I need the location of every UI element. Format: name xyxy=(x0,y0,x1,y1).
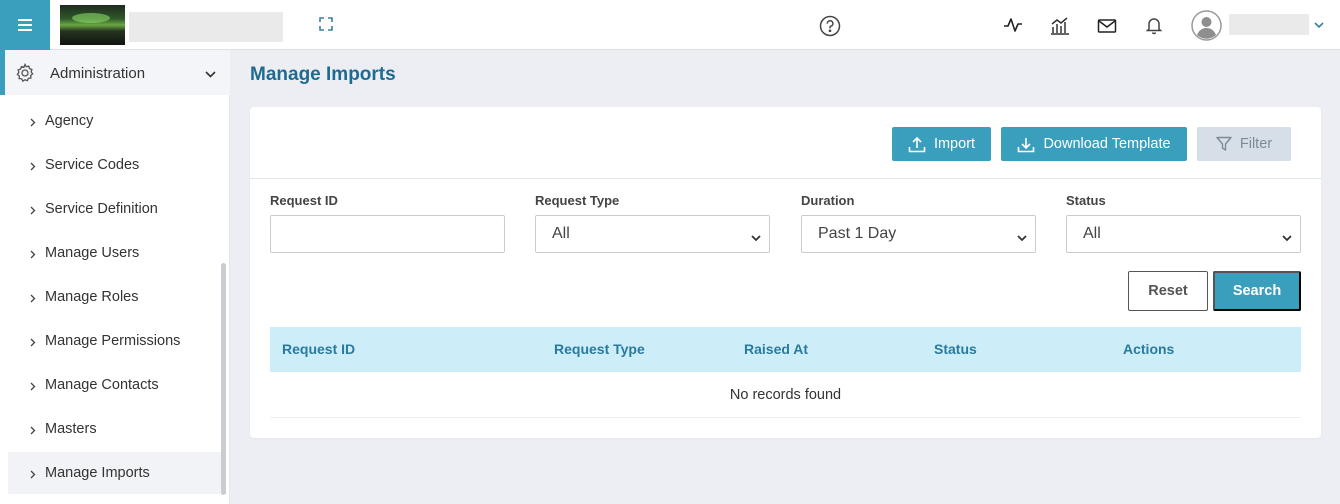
table-header: Request ID Request Type Raised At Status… xyxy=(270,327,1301,372)
sidebar-item-label: Service Definition xyxy=(45,201,158,217)
duration-value: Past 1 Day xyxy=(818,225,897,242)
menu-icon xyxy=(18,19,32,31)
fullscreen-icon[interactable] xyxy=(316,14,336,34)
chevron-right-icon xyxy=(30,466,36,484)
chevron-right-icon xyxy=(30,114,36,132)
sidebar-item-label: Masters xyxy=(45,421,97,437)
sidebar-section-administration[interactable]: Administration xyxy=(0,50,230,95)
filter-icon xyxy=(1216,136,1232,152)
import-button-label: Import xyxy=(933,136,976,152)
sidebar-item-label: Manage Contacts xyxy=(45,377,159,393)
sidebar-item-label: Manage Permissions xyxy=(45,333,181,349)
column-header-request-id[interactable]: Request ID xyxy=(282,341,355,357)
divider xyxy=(250,178,1321,179)
sidebar-item-label: Manage Roles xyxy=(45,289,139,305)
chevron-down-icon xyxy=(1017,229,1027,247)
page-title: Manage Imports xyxy=(250,64,396,85)
mail-icon[interactable] xyxy=(1096,15,1118,37)
duration-select[interactable]: Past 1 Day xyxy=(801,215,1036,253)
sidebar-item-manage-contacts[interactable]: Manage Contacts xyxy=(8,364,222,406)
column-header-actions: Actions xyxy=(1123,341,1175,357)
reset-button[interactable]: Reset xyxy=(1128,271,1208,311)
help-icon[interactable] xyxy=(819,15,841,37)
filter-button[interactable]: Filter xyxy=(1197,127,1291,161)
chevron-down-icon xyxy=(1282,229,1292,247)
sidebar-item-label: Service Codes xyxy=(45,157,140,173)
sidebar-item-manage-imports[interactable]: Manage Imports xyxy=(8,452,222,494)
chevron-down-icon xyxy=(205,65,216,83)
sidebar-item-service-codes[interactable]: Service Codes xyxy=(8,144,222,186)
sidebar-item-manage-permissions[interactable]: Manage Permissions xyxy=(8,320,222,362)
request-type-select[interactable]: All xyxy=(535,215,770,253)
chevron-right-icon xyxy=(30,290,36,308)
gear-icon xyxy=(15,63,35,88)
sidebar-item-label: Agency xyxy=(45,113,94,129)
download-template-button[interactable]: Download Template xyxy=(1001,127,1187,161)
chevron-right-icon xyxy=(30,422,36,440)
sidebar-scrollbar[interactable] xyxy=(221,263,226,495)
sidebar-item-label: Manage Imports xyxy=(45,465,150,481)
sidebar-item-manage-users[interactable]: Manage Users xyxy=(8,232,222,274)
chevron-down-icon xyxy=(751,229,761,247)
sidebar-item-agency[interactable]: Agency xyxy=(8,100,222,142)
menu-button[interactable] xyxy=(0,0,50,50)
chevron-right-icon xyxy=(30,158,36,176)
sidebar-item-masters[interactable]: Masters xyxy=(8,408,222,450)
filter-button-label: Filter xyxy=(1239,136,1273,152)
column-header-request-type[interactable]: Request Type xyxy=(554,341,645,357)
chevron-down-icon[interactable] xyxy=(1313,19,1325,31)
sidebar-item-manage-roles[interactable]: Manage Roles xyxy=(8,276,222,318)
user-name xyxy=(1229,14,1309,35)
column-header-status[interactable]: Status xyxy=(934,341,977,357)
status-value: All xyxy=(1083,225,1101,242)
chevron-right-icon xyxy=(30,202,36,220)
sidebar-item-service-definition[interactable]: Service Definition xyxy=(8,188,222,230)
analytics-icon[interactable] xyxy=(1049,14,1071,36)
upload-icon xyxy=(908,136,926,153)
request-type-value: All xyxy=(552,225,570,242)
request-type-label: Request Type xyxy=(535,193,620,208)
sidebar-item-label: Manage Users xyxy=(45,245,140,261)
status-select[interactable]: All xyxy=(1066,215,1301,253)
chevron-right-icon xyxy=(30,246,36,264)
sidebar: Administration Agency Service Codes Serv… xyxy=(0,50,230,504)
status-label: Status xyxy=(1066,193,1106,208)
imports-card: Import Download Template Filter Request … xyxy=(250,107,1321,438)
chevron-right-icon xyxy=(30,334,36,352)
logo-image xyxy=(60,5,125,45)
search-button[interactable]: Search xyxy=(1213,271,1301,311)
duration-label: Duration xyxy=(801,193,855,208)
bell-icon[interactable] xyxy=(1143,14,1165,36)
top-bar xyxy=(0,0,1340,50)
activity-icon[interactable] xyxy=(1002,14,1024,36)
empty-table-message: No records found xyxy=(270,372,1301,418)
column-header-raised-at[interactable]: Raised At xyxy=(744,341,808,357)
chevron-right-icon xyxy=(30,378,36,396)
request-id-label: Request ID xyxy=(270,193,338,208)
request-id-input[interactable] xyxy=(270,215,505,253)
sidebar-section-label: Administration xyxy=(50,65,146,82)
user-avatar-icon[interactable] xyxy=(1191,10,1222,41)
download-icon xyxy=(1017,136,1035,153)
brand-name xyxy=(129,12,283,42)
import-button[interactable]: Import xyxy=(892,127,991,161)
download-template-label: Download Template xyxy=(1043,136,1171,152)
